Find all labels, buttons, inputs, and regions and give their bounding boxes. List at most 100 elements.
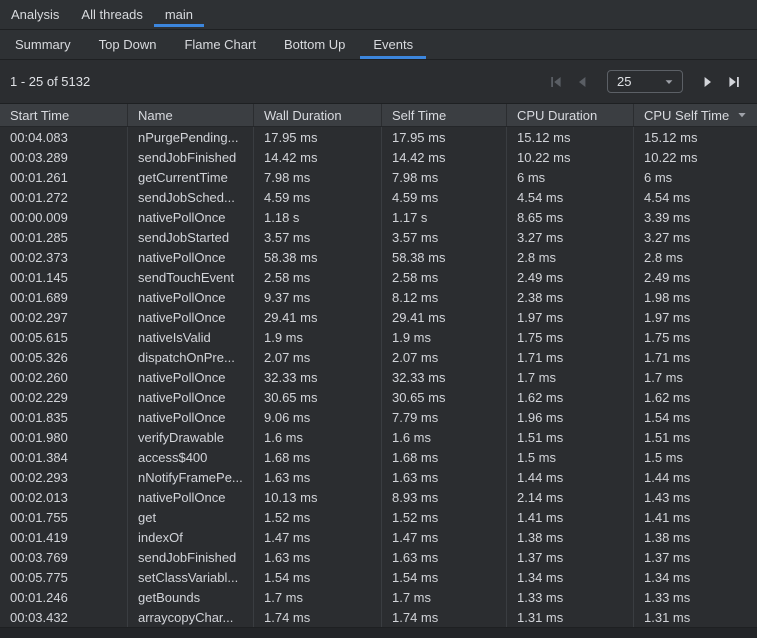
table-row[interactable]: 00:02.229nativePollOnce30.65 ms30.65 ms1…	[0, 387, 757, 407]
cell-name: setClassVariabl...	[127, 567, 253, 587]
column-header-name[interactable]: Name	[127, 104, 253, 126]
cell-cpu-duration: 1.71 ms	[506, 347, 633, 367]
table-row[interactable]: 00:02.013nativePollOnce10.13 ms8.93 ms2.…	[0, 487, 757, 507]
analysis-tab-bar: Summary Top Down Flame Chart Bottom Up Event…	[0, 30, 757, 60]
cell-cpu-duration: 1.38 ms	[506, 527, 633, 547]
column-header-label: CPU Duration	[517, 108, 597, 123]
cell-name: sendTouchEvent	[127, 267, 253, 287]
cell-start-time: 00:01.835	[0, 407, 127, 427]
table-row[interactable]: 00:02.260nativePollOnce32.33 ms32.33 ms1…	[0, 367, 757, 387]
column-header-cpu-self-time[interactable]: CPU Self Time	[633, 104, 757, 126]
table-row[interactable]: 00:01.755get1.52 ms1.52 ms1.41 ms1.41 ms	[0, 507, 757, 527]
cell-start-time: 00:03.289	[0, 147, 127, 167]
column-header-wall-duration[interactable]: Wall Duration	[253, 104, 381, 126]
tab-label: Events	[373, 37, 413, 52]
table-row[interactable]: 00:00.009nativePollOnce1.18 s1.17 s8.65 …	[0, 207, 757, 227]
column-header-self-time[interactable]: Self Time	[381, 104, 506, 126]
table-row[interactable]: 00:03.769sendJobFinished1.63 ms1.63 ms1.…	[0, 547, 757, 567]
tab-label: Bottom Up	[284, 37, 345, 52]
cell-wall-duration: 1.7 ms	[253, 587, 381, 607]
table-row[interactable]: 00:01.980verifyDrawable1.6 ms1.6 ms1.51 …	[0, 427, 757, 447]
table-row[interactable]: 00:01.261getCurrentTime7.98 ms7.98 ms6 m…	[0, 167, 757, 187]
cell-cpu-self-time: 1.75 ms	[633, 327, 757, 347]
cell-cpu-self-time: 1.44 ms	[633, 467, 757, 487]
table-row[interactable]: 00:01.384access$4001.68 ms1.68 ms1.5 ms1…	[0, 447, 757, 467]
column-header-label: Wall Duration	[264, 108, 342, 123]
cell-cpu-duration: 1.44 ms	[506, 467, 633, 487]
tab-events[interactable]: Events	[360, 30, 426, 59]
cell-self-time: 1.52 ms	[381, 507, 506, 527]
table-row[interactable]: 00:05.615nativeIsValid1.9 ms1.9 ms1.75 m…	[0, 327, 757, 347]
column-header-start-time[interactable]: Start Time	[0, 104, 127, 126]
cell-start-time: 00:02.260	[0, 367, 127, 387]
cell-cpu-duration: 1.75 ms	[506, 327, 633, 347]
cell-self-time: 1.6 ms	[381, 427, 506, 447]
tab-analysis[interactable]: Analysis	[0, 0, 70, 29]
tab-main[interactable]: main	[154, 0, 204, 29]
cell-cpu-self-time: 3.27 ms	[633, 227, 757, 247]
last-page-button[interactable]	[721, 69, 747, 95]
tab-top-down[interactable]: Top Down	[86, 30, 170, 59]
cell-name: arraycopyChar...	[127, 607, 253, 627]
cell-name: nativePollOnce	[127, 487, 253, 507]
next-page-button[interactable]	[695, 69, 721, 95]
cell-wall-duration: 9.06 ms	[253, 407, 381, 427]
tab-all-threads[interactable]: All threads	[70, 0, 153, 29]
cell-wall-duration: 1.74 ms	[253, 607, 381, 627]
cell-cpu-self-time: 1.31 ms	[633, 607, 757, 627]
first-page-button[interactable]	[543, 69, 569, 95]
cell-cpu-duration: 1.31 ms	[506, 607, 633, 627]
horizontal-scrollbar-track[interactable]	[0, 627, 757, 638]
cell-cpu-duration: 1.5 ms	[506, 447, 633, 467]
tab-label: Summary	[15, 37, 71, 52]
profiler-events-panel: AnalysisAll threadsmain Summary Top Down F…	[0, 0, 757, 638]
cell-start-time: 00:00.009	[0, 207, 127, 227]
table-row[interactable]: 00:01.835nativePollOnce9.06 ms7.79 ms1.9…	[0, 407, 757, 427]
cell-cpu-duration: 1.7 ms	[506, 367, 633, 387]
cell-cpu-self-time: 1.54 ms	[633, 407, 757, 427]
column-header-cpu-duration[interactable]: CPU Duration	[506, 104, 633, 126]
cell-wall-duration: 7.98 ms	[253, 167, 381, 187]
table-row[interactable]: 00:01.272sendJobSched...4.59 ms4.59 ms4.…	[0, 187, 757, 207]
table-row[interactable]: 00:03.432arraycopyChar...1.74 ms1.74 ms1…	[0, 607, 757, 627]
table-row[interactable]: 00:03.289sendJobFinished14.42 ms14.42 ms…	[0, 147, 757, 167]
table-row[interactable]: 00:01.419indexOf1.47 ms1.47 ms1.38 ms1.3…	[0, 527, 757, 547]
cell-wall-duration: 17.95 ms	[253, 127, 381, 147]
cell-start-time: 00:02.229	[0, 387, 127, 407]
table-row[interactable]: 00:05.775setClassVariabl...1.54 ms1.54 m…	[0, 567, 757, 587]
table-row[interactable]: 00:01.285sendJobStarted3.57 ms3.57 ms3.2…	[0, 227, 757, 247]
cell-cpu-self-time: 15.12 ms	[633, 127, 757, 147]
page-size-select[interactable]: 25	[607, 70, 683, 93]
cell-wall-duration: 1.68 ms	[253, 447, 381, 467]
table-row[interactable]: 00:01.689nativePollOnce9.37 ms8.12 ms2.3…	[0, 287, 757, 307]
cell-self-time: 2.07 ms	[381, 347, 506, 367]
table-row[interactable]: 00:01.145sendTouchEvent2.58 ms2.58 ms2.4…	[0, 267, 757, 287]
cell-wall-duration: 1.18 s	[253, 207, 381, 227]
events-table: Start TimeName Wall Duration Self Time CPU …	[0, 103, 757, 627]
cell-name: access$400	[127, 447, 253, 467]
table-row[interactable]: 00:02.373nativePollOnce58.38 ms58.38 ms2…	[0, 247, 757, 267]
cell-start-time: 00:05.775	[0, 567, 127, 587]
cell-name: getBounds	[127, 587, 253, 607]
table-row[interactable]: 00:05.326dispatchOnPre...2.07 ms2.07 ms1…	[0, 347, 757, 367]
cell-cpu-duration: 1.96 ms	[506, 407, 633, 427]
tab-label: Top Down	[99, 37, 157, 52]
cell-wall-duration: 2.07 ms	[253, 347, 381, 367]
tab-summary[interactable]: Summary	[2, 30, 84, 59]
cell-name: indexOf	[127, 527, 253, 547]
tab-flame-chart[interactable]: Flame Chart	[171, 30, 269, 59]
table-row[interactable]: 00:02.293nNotifyFramePe...1.63 ms1.63 ms…	[0, 467, 757, 487]
table-row[interactable]: 00:04.083nPurgePending...17.95 ms17.95 m…	[0, 127, 757, 147]
cell-self-time: 2.58 ms	[381, 267, 506, 287]
cell-cpu-self-time: 1.7 ms	[633, 367, 757, 387]
cell-cpu-duration: 4.54 ms	[506, 187, 633, 207]
previous-page-button[interactable]	[569, 69, 595, 95]
cell-cpu-duration: 1.33 ms	[506, 587, 633, 607]
tab-bottom-up[interactable]: Bottom Up	[271, 30, 358, 59]
table-row[interactable]: 00:02.297nativePollOnce29.41 ms29.41 ms1…	[0, 307, 757, 327]
cell-wall-duration: 1.54 ms	[253, 567, 381, 587]
cell-name: nativePollOnce	[127, 307, 253, 327]
table-row[interactable]: 00:01.246getBounds1.7 ms1.7 ms1.33 ms1.3…	[0, 587, 757, 607]
cell-cpu-self-time: 1.43 ms	[633, 487, 757, 507]
cell-wall-duration: 1.63 ms	[253, 547, 381, 567]
